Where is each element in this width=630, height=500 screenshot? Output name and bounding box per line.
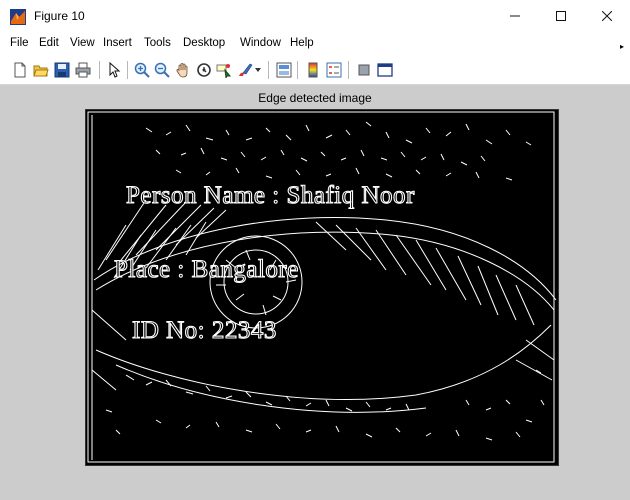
zoom-out-icon[interactable] bbox=[154, 62, 170, 78]
toolbar-separator bbox=[99, 61, 100, 79]
new-figure-icon[interactable] bbox=[12, 62, 28, 78]
toolbar-separator bbox=[127, 61, 128, 79]
menu-tools[interactable]: Tools bbox=[144, 37, 171, 49]
window-title: Figure 10 bbox=[34, 9, 85, 23]
link-plot-icon[interactable] bbox=[276, 62, 292, 78]
hide-plot-tools-icon[interactable] bbox=[356, 62, 372, 78]
legend-icon[interactable] bbox=[326, 62, 342, 78]
brush-dropdown-icon[interactable] bbox=[252, 62, 268, 78]
rotate-3d-icon[interactable] bbox=[196, 62, 212, 78]
toolbar-separator bbox=[297, 61, 298, 79]
minimize-icon bbox=[510, 15, 520, 17]
axes-title: Edge detected image bbox=[258, 91, 372, 105]
menu-insert[interactable]: Insert bbox=[103, 37, 132, 49]
save-icon[interactable] bbox=[54, 62, 70, 78]
overlay-place: Place : Bangalore bbox=[113, 255, 299, 283]
menu-window[interactable]: Window bbox=[240, 37, 281, 49]
edge-lines bbox=[87, 111, 557, 463]
overlay-person-name: Person Name : Shafiq Noor bbox=[125, 181, 415, 209]
show-plot-tools-icon[interactable] bbox=[377, 62, 393, 78]
open-file-icon[interactable] bbox=[33, 62, 49, 78]
toolbar-separator bbox=[348, 61, 349, 79]
pointer-icon[interactable] bbox=[106, 62, 122, 78]
maximize-button[interactable] bbox=[538, 0, 584, 32]
edge-detected-image[interactable]: Person Name : Shafiq Noor Place : Bangal… bbox=[85, 109, 559, 466]
maximize-icon bbox=[556, 11, 566, 21]
menu-file[interactable]: File bbox=[10, 37, 29, 49]
menu-view[interactable]: View bbox=[70, 37, 95, 49]
toolbar-separator bbox=[268, 61, 269, 79]
colorbar-icon[interactable] bbox=[305, 62, 321, 78]
print-icon[interactable] bbox=[75, 62, 91, 78]
minimize-button[interactable] bbox=[492, 0, 538, 32]
matlab-app-icon bbox=[10, 9, 26, 25]
figure-toolbar bbox=[0, 56, 630, 85]
menu-edit[interactable]: Edit bbox=[39, 37, 59, 49]
pan-hand-icon[interactable] bbox=[175, 62, 191, 78]
data-cursor-icon[interactable] bbox=[216, 62, 232, 78]
menu-overflow-icon[interactable]: ▸ bbox=[620, 42, 624, 51]
title-bar: Figure 10 bbox=[0, 0, 630, 32]
menu-help[interactable]: Help bbox=[290, 37, 314, 49]
zoom-in-icon[interactable] bbox=[134, 62, 150, 78]
menu-desktop[interactable]: Desktop bbox=[183, 37, 225, 49]
close-button[interactable] bbox=[584, 0, 630, 32]
brush-icon[interactable] bbox=[237, 62, 253, 78]
menu-bar: File Edit View Insert Tools Desktop Wind… bbox=[0, 32, 630, 56]
overlay-id-number: ID No: 22343 bbox=[131, 316, 277, 344]
close-icon bbox=[602, 11, 612, 21]
